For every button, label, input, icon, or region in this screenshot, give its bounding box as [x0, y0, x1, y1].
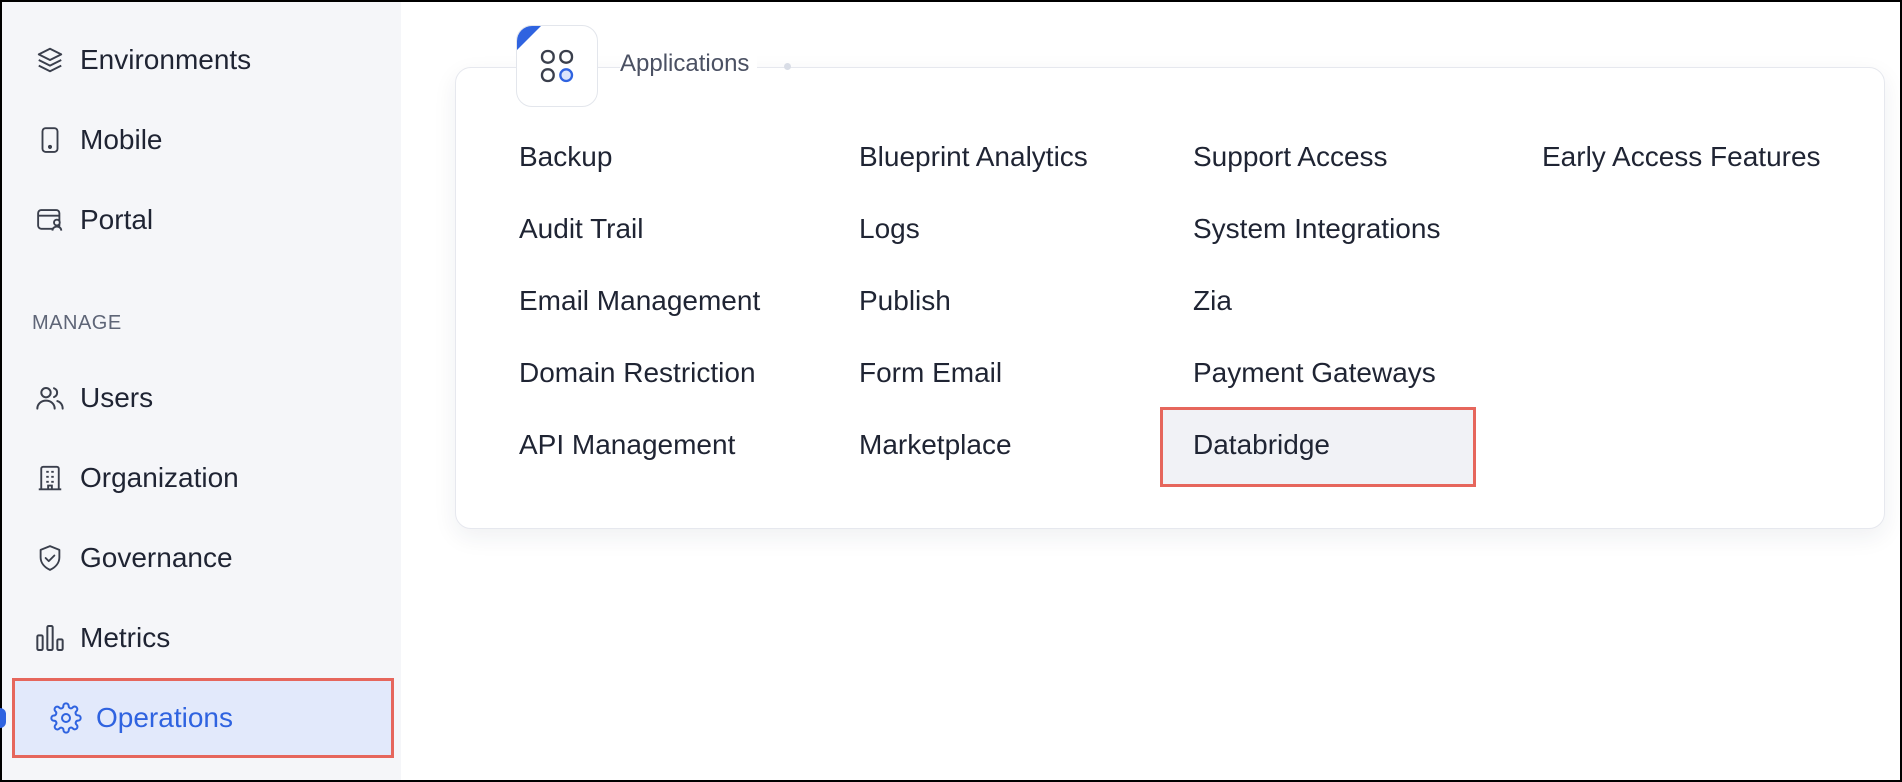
- app-link-api-management[interactable]: API Management: [519, 429, 735, 461]
- app-link-marketplace[interactable]: Marketplace: [859, 429, 1012, 461]
- title-dot: [784, 63, 791, 70]
- sidebar-item-metrics[interactable]: Metrics: [32, 612, 170, 664]
- layers-icon: [32, 42, 68, 78]
- active-indicator: [0, 708, 6, 728]
- app-link-support-access[interactable]: Support Access: [1193, 141, 1388, 173]
- section-title: Applications: [620, 50, 758, 78]
- sidebar-item-label: Governance: [80, 542, 233, 573]
- mobile-icon: [32, 122, 68, 158]
- sidebar-item-operations-content: Operations: [48, 692, 233, 744]
- applications-icon-tile: [516, 25, 598, 107]
- sidebar-item-label: Environments: [80, 44, 252, 75]
- section-label-manage: MANAGE: [32, 312, 122, 334]
- app-link-blueprint-analytics[interactable]: Blueprint Analytics: [859, 141, 1088, 173]
- app-link-email-management[interactable]: Email Management: [519, 285, 760, 317]
- sidebar-item-label: Portal: [80, 204, 154, 235]
- app-link-backup[interactable]: Backup: [519, 141, 612, 173]
- sidebar-item-users[interactable]: Users: [32, 372, 153, 424]
- building-icon: [32, 460, 68, 496]
- app-link-logs[interactable]: Logs: [859, 213, 920, 245]
- sidebar-item-portal[interactable]: Portal: [32, 194, 153, 246]
- users-icon: [32, 380, 68, 416]
- app-link-payment-gateways[interactable]: Payment Gateways: [1193, 357, 1436, 389]
- app-link-domain-restriction[interactable]: Domain Restriction: [519, 357, 756, 389]
- sidebar-item-label: Metrics: [80, 622, 171, 653]
- app-link-audit-trail[interactable]: Audit Trail: [519, 213, 644, 245]
- app-link-zia[interactable]: Zia: [1193, 285, 1232, 317]
- shield-icon: [32, 540, 68, 576]
- gear-icon: [48, 700, 84, 736]
- app-link-early-access-features[interactable]: Early Access Features: [1542, 141, 1821, 173]
- bar-chart-icon: [32, 620, 68, 656]
- sidebar-item-environments[interactable]: Environments: [32, 34, 251, 86]
- sidebar-item-label: Users: [80, 382, 154, 413]
- app-link-system-integrations[interactable]: System Integrations: [1193, 213, 1440, 245]
- sidebar-item-label: Mobile: [80, 124, 163, 155]
- app-link-form-email[interactable]: Form Email: [859, 357, 1002, 389]
- sidebar-item-label: Organization: [80, 462, 239, 493]
- app-link-databridge[interactable]: Databridge: [1193, 429, 1330, 461]
- sidebar-item-organization[interactable]: Organization: [32, 452, 239, 504]
- sidebar-item-governance[interactable]: Governance: [32, 532, 233, 584]
- app-link-publish[interactable]: Publish: [859, 285, 951, 317]
- sidebar-item-operations[interactable]: Operations: [12, 678, 394, 758]
- apps-grid-icon: [537, 46, 577, 91]
- sidebar-item-label: Operations: [96, 702, 233, 733]
- sidebar: Environments Mobile Portal MANAGE Users …: [2, 2, 401, 780]
- portal-icon: [32, 202, 68, 238]
- sidebar-item-mobile[interactable]: Mobile: [32, 114, 162, 166]
